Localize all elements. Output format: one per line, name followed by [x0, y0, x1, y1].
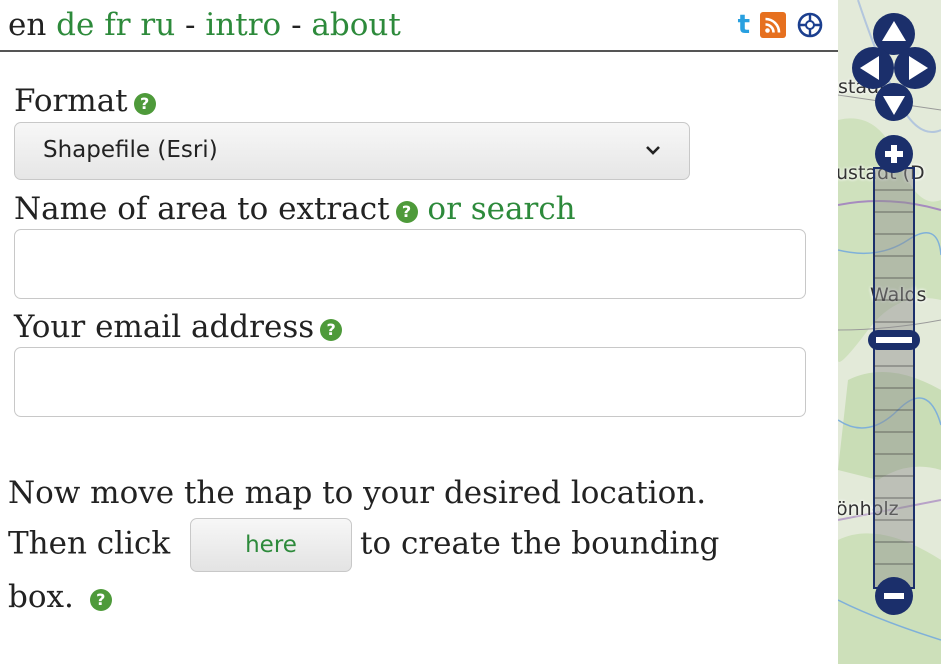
zoom-out-button[interactable]: [875, 577, 913, 615]
email-help-icon[interactable]: ?: [320, 319, 343, 341]
crosshair-icon[interactable]: [796, 11, 824, 39]
email-input[interactable]: [14, 347, 806, 417]
pan-left-button[interactable]: [852, 47, 894, 89]
instructions-after-button: to create the bounding: [360, 525, 720, 562]
format-help-icon[interactable]: ?: [133, 93, 156, 115]
map-navigation: [852, 13, 936, 615]
instructions-line1: Now move the map to your desired locatio…: [8, 475, 707, 511]
lang-link-de[interactable]: de: [56, 7, 94, 43]
pan-down-button[interactable]: [875, 83, 913, 121]
language-bar: en de fr ru - intro - about: [8, 6, 401, 44]
zoom-in-button[interactable]: [875, 135, 913, 173]
email-label: Your email address?: [14, 308, 343, 346]
map-view[interactable]: stadt ustadt (D Walds önholz: [838, 0, 941, 664]
area-name-input[interactable]: [14, 229, 806, 299]
instructions-text: Now move the map to your desired locatio…: [8, 468, 808, 622]
top-bar: en de fr ru - intro - about t: [0, 0, 838, 52]
lang-link-fr[interactable]: fr: [104, 7, 130, 43]
instructions-box: box.: [8, 579, 74, 615]
here-button[interactable]: here: [190, 518, 353, 572]
area-search-link[interactable]: or search: [427, 191, 575, 227]
extract-panel: en de fr ru - intro - about t Format ? S…: [0, 0, 838, 664]
area-label-text: Name of area to extract: [14, 191, 390, 227]
zoom-bar[interactable]: [873, 167, 915, 589]
lang-link-ru[interactable]: ru: [140, 7, 175, 43]
bbox-help-icon[interactable]: ?: [89, 589, 112, 611]
about-link[interactable]: about: [311, 7, 400, 43]
format-label: Format?: [14, 82, 156, 120]
lang-current: en: [8, 7, 47, 43]
area-help-icon[interactable]: ?: [395, 201, 418, 223]
chevron-down-icon: [646, 146, 660, 155]
share-icons: t: [738, 10, 824, 40]
pan-right-button[interactable]: [894, 47, 936, 89]
email-label-text: Your email address: [14, 309, 315, 345]
separator: -: [185, 7, 196, 43]
twitter-icon[interactable]: t: [738, 12, 750, 38]
format-label-text: Format: [14, 83, 128, 119]
rss-icon[interactable]: [760, 12, 786, 38]
instructions-then-click: Then click: [8, 525, 171, 562]
separator: -: [291, 7, 302, 43]
area-label: Name of area to extract? or search: [14, 190, 576, 228]
intro-link[interactable]: intro: [205, 7, 281, 43]
zoom-slider-handle[interactable]: [868, 330, 920, 350]
format-select-value: Shapefile (Esri): [43, 137, 218, 163]
format-select[interactable]: Shapefile (Esri): [14, 122, 690, 180]
